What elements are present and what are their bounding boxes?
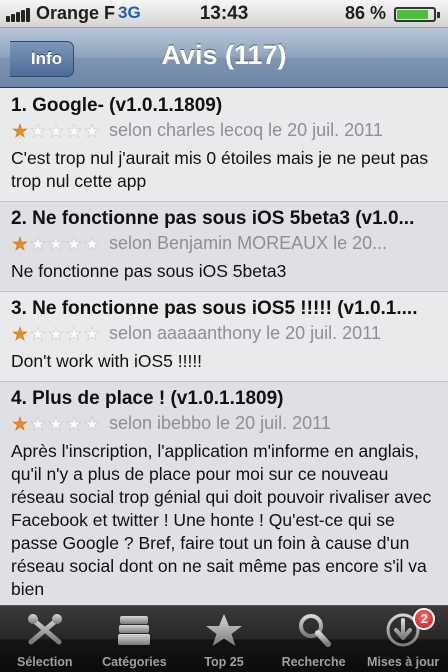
star-empty-icon: ★ [65, 414, 83, 435]
review-author-date: selon charles lecoq le 20 juil. 2011 [109, 120, 383, 140]
tab-label: Mises à jour [367, 655, 440, 669]
star-empty-icon: ★ [65, 324, 83, 345]
battery-fill [397, 10, 428, 19]
review-title: 1. Google- (v1.0.1.1809) [11, 95, 223, 116]
reviews-list[interactable]: 1. Google- (v1.0.1.1809) ★ ★ ★ ★ ★ selon char… [0, 89, 448, 605]
star-empty-icon: ★ [47, 324, 65, 345]
star-filled-icon: ★ [11, 324, 29, 345]
review-body: Don't work with iOS5 !!!!! [11, 351, 203, 371]
review-title: 4. Plus de place ! (v1.0.1.1809) [11, 388, 284, 409]
battery-icon [394, 7, 440, 22]
review-body: Ne fonctionne pas sous iOS 5beta3 [11, 261, 287, 281]
battery-percent: 86 % [344, 3, 386, 23]
tab-label: Sélection [17, 655, 73, 669]
star-rating: ★ ★ ★ ★ ★ [11, 234, 105, 255]
review-item[interactable]: 2. Ne fonctionne pas sous iOS 5beta3 (v1… [0, 202, 448, 292]
star-empty-icon: ★ [83, 121, 101, 142]
review-meta: ★ ★ ★ ★ ★ selon charles lecoq le 20 juil. 201… [11, 120, 438, 145]
review-item[interactable]: 1. Google- (v1.0.1.1809) ★ ★ ★ ★ ★ selon char… [0, 89, 448, 202]
tab-search[interactable]: Recherche [269, 606, 359, 672]
status-bar: Orange F 3G 13:43 86 % [0, 0, 448, 28]
review-item[interactable]: 4. Plus de place ! (v1.0.1.1809) ★ ★ ★ ★ ★ se… [0, 382, 448, 605]
star-empty-icon: ★ [65, 121, 83, 142]
star-empty-icon: ★ [83, 414, 101, 435]
tab-label: Top 25 [204, 655, 244, 669]
selection-icon [27, 614, 62, 645]
tab-label: Catégories [102, 655, 167, 669]
star-empty-icon: ★ [47, 414, 65, 435]
star-empty-icon: ★ [47, 121, 65, 142]
star-empty-icon: ★ [29, 121, 47, 142]
star-rating: ★ ★ ★ ★ ★ [11, 121, 105, 142]
tab-top25[interactable]: Top 25 [179, 606, 269, 672]
review-body: C'est trop nul j'aurait mis 0 étoiles ma… [11, 148, 429, 191]
review-title: 2. Ne fonctionne pas sous iOS 5beta3 (v1… [11, 208, 415, 229]
updates-badge: 2 [413, 608, 436, 630]
review-meta: ★ ★ ★ ★ ★ selon Benjamin MOREAUX le 20... [11, 233, 438, 258]
review-author-date: selon ibebbo le 20 juil. 2011 [109, 413, 331, 433]
review-title: 3. Ne fonctionne pas sous iOS5 !!!!! (v1… [11, 298, 418, 319]
page-title: Avis (117) [161, 40, 287, 70]
star-empty-icon: ★ [47, 234, 65, 255]
tab-label: Recherche [281, 655, 346, 669]
review-meta: ★ ★ ★ ★ ★ selon ibebbo le 20 juil. 2011 [11, 413, 438, 438]
star-icon [205, 614, 242, 646]
review-item[interactable]: 3. Ne fonctionne pas sous iOS5 !!!!! (v1… [0, 292, 448, 382]
star-empty-icon: ★ [29, 324, 47, 345]
star-empty-icon: ★ [29, 414, 47, 435]
tab-updates[interactable]: 2 Mises à jour [358, 606, 448, 672]
star-empty-icon: ★ [83, 234, 101, 255]
review-body: Après l'inscription, l'application m'inf… [11, 441, 432, 599]
tab-categories[interactable]: Catégories [90, 606, 180, 672]
navigation-bar: Info Avis (117) [0, 28, 448, 88]
review-author-date: selon aaaaanthony le 20 juil. 2011 [109, 323, 381, 343]
categories-icon [118, 616, 151, 645]
star-rating: ★ ★ ★ ★ ★ [11, 324, 105, 345]
star-empty-icon: ★ [83, 324, 101, 345]
search-icon [298, 614, 331, 647]
star-empty-icon: ★ [29, 234, 47, 255]
star-filled-icon: ★ [11, 121, 29, 142]
star-empty-icon: ★ [65, 234, 83, 255]
star-filled-icon: ★ [11, 414, 29, 435]
tab-bar: Sélection Catégories Top 25 Recherche 2 … [0, 605, 448, 672]
review-meta: ★ ★ ★ ★ ★ selon aaaaanthony le 20 juil. 2011 [11, 323, 438, 348]
review-author-date: selon Benjamin MOREAUX le 20... [109, 233, 388, 253]
star-filled-icon: ★ [11, 234, 29, 255]
star-rating: ★ ★ ★ ★ ★ [11, 414, 105, 435]
tab-selection[interactable]: Sélection [0, 606, 90, 672]
